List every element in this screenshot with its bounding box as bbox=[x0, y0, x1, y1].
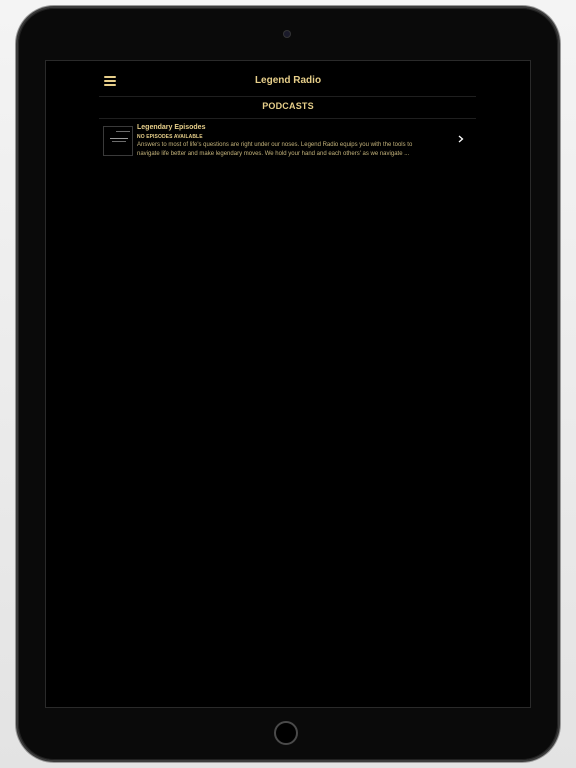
section-divider bbox=[99, 118, 476, 119]
podcast-artwork bbox=[103, 126, 133, 156]
front-camera bbox=[283, 30, 291, 38]
app-screen: Legend Radio PODCASTS Legendary Episodes… bbox=[45, 60, 531, 708]
podcast-description-line1: Answers to most of life's questions are … bbox=[137, 142, 413, 148]
podcast-description-line2: navigate life better and make legendary … bbox=[137, 151, 410, 157]
podcast-status: NO EPISODES AVAILABLE bbox=[137, 134, 203, 140]
home-button[interactable] bbox=[274, 721, 298, 745]
app-title: Legend Radio bbox=[254, 75, 322, 86]
header-divider bbox=[99, 96, 476, 97]
podcast-description: Answers to most of life's questions are … bbox=[137, 141, 447, 159]
tablet-frame: Legend Radio PODCASTS Legendary Episodes… bbox=[18, 8, 558, 760]
podcast-title: Legendary Episodes bbox=[137, 124, 206, 131]
chevron-right-icon[interactable] bbox=[458, 135, 464, 143]
navigation-bar: Legend Radio bbox=[46, 61, 530, 96]
section-title: PODCASTS bbox=[262, 101, 314, 111]
podcast-list-item[interactable]: Legendary Episodes NO EPISODES AVAILABLE… bbox=[99, 120, 476, 160]
